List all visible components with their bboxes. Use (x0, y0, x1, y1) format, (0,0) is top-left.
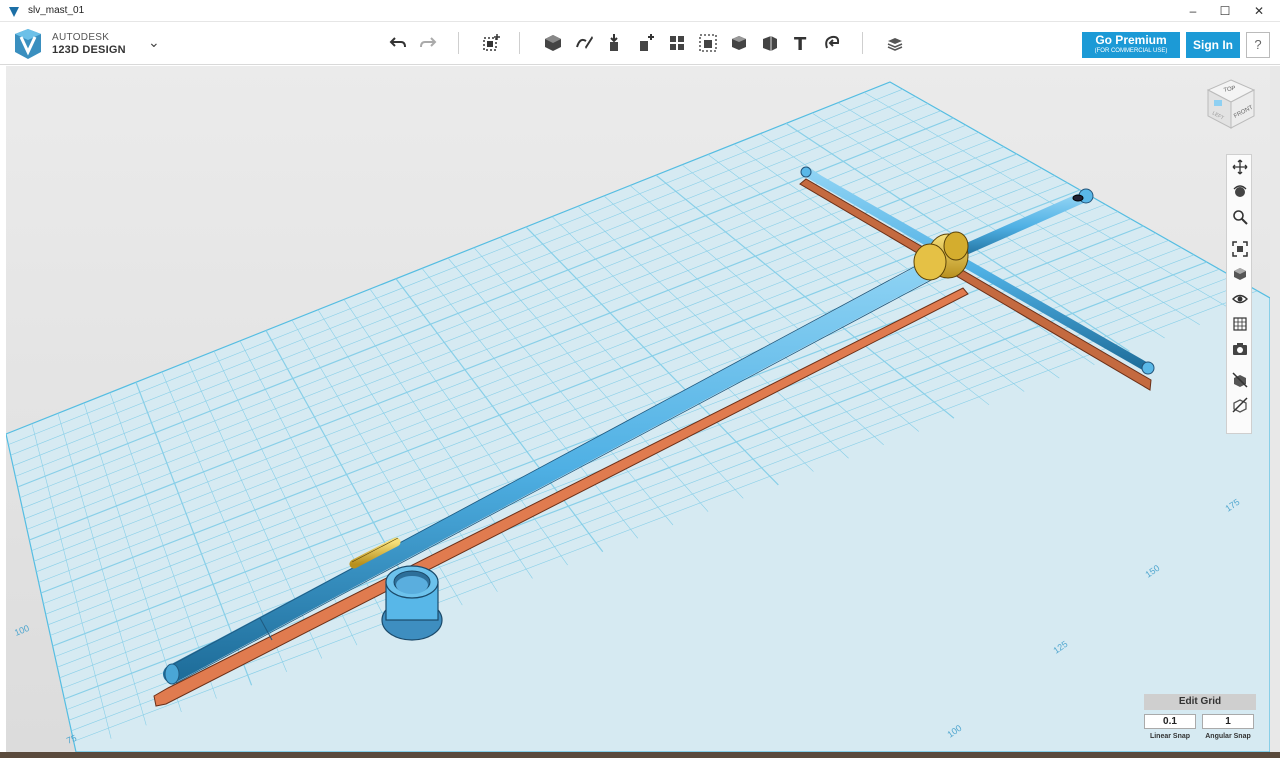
snap-icon[interactable] (818, 29, 846, 57)
primitives-icon[interactable] (539, 29, 567, 57)
mast-step-cup (381, 565, 443, 641)
desktop-strip (0, 752, 1280, 758)
pin-hole (1072, 194, 1084, 202)
brand-autodesk: AUTODESK (52, 32, 110, 43)
modify-icon[interactable] (632, 29, 660, 57)
cross-tube-end-cap (1141, 361, 1155, 375)
combine-icon[interactable] (725, 29, 753, 57)
cross-tube-end-cap (800, 166, 812, 178)
material-icon[interactable] (881, 29, 909, 57)
toolbar-divider (862, 32, 863, 54)
3d-viewport[interactable]: 75 100 100 125 150 175 TOP FRONT LEFT Ed… (6, 66, 1270, 752)
grouping-icon[interactable] (694, 29, 722, 57)
redo-icon[interactable] (414, 29, 442, 57)
app-logo-icon[interactable] (12, 28, 44, 65)
materials-icon[interactable] (1230, 314, 1250, 334)
edit-grid-button[interactable]: Edit Grid (1144, 694, 1256, 710)
ruler-label-100-left: 100 (13, 623, 31, 638)
pan-icon[interactable] (1230, 157, 1250, 177)
maximize-button[interactable]: ☐ (1208, 0, 1242, 22)
app-icon (8, 5, 20, 23)
go-premium-label: Go Premium (1095, 33, 1167, 47)
text-icon[interactable]: T (787, 29, 815, 57)
scene-canvas[interactable]: 75 100 100 125 150 175 (6, 66, 1270, 752)
sign-in-button[interactable]: Sign In (1186, 32, 1240, 58)
window-title: slv_mast_01 (28, 5, 85, 16)
edit-grid-panel: Edit Grid 0.1 1 Linear Snap Angular Snap (1144, 694, 1256, 750)
transform-icon[interactable] (477, 29, 505, 57)
visibility-icon[interactable] (1230, 289, 1250, 309)
background-window-edge (1270, 66, 1280, 758)
hide-icon[interactable] (1230, 370, 1250, 390)
pattern-icon[interactable] (663, 29, 691, 57)
sketch-icon[interactable] (570, 29, 598, 57)
linear-snap-field[interactable]: 0.1 (1144, 714, 1196, 729)
go-premium-button[interactable]: Go Premium (FOR COMMERCIAL USE) (1082, 32, 1180, 58)
help-button[interactable]: ? (1246, 32, 1270, 58)
angular-snap-field[interactable]: 1 (1202, 714, 1254, 729)
zoom-icon[interactable] (1230, 207, 1250, 227)
fit-icon[interactable] (1230, 239, 1250, 259)
app-toolbar: AUTODESK 123D DESIGN ⌄ T Go Premium (FOR… (0, 22, 1280, 65)
measure-icon[interactable] (756, 29, 784, 57)
minimize-button[interactable]: – (1176, 0, 1210, 22)
orbit-icon[interactable] (1230, 182, 1250, 202)
toolbar-divider (458, 32, 459, 54)
construct-icon[interactable] (601, 29, 629, 57)
text-tool-glyph: T (794, 34, 807, 53)
go-premium-sublabel: (FOR COMMERCIAL USE) (1094, 48, 1168, 54)
angular-snap-label: Angular Snap (1205, 733, 1251, 740)
brand-product: 123D DESIGN (52, 44, 126, 56)
undo-icon[interactable] (384, 29, 412, 57)
screenshot-icon[interactable] (1230, 339, 1250, 359)
close-button[interactable]: ✕ (1242, 0, 1276, 22)
main-tube-end-cap (164, 663, 180, 685)
toolbar-divider (519, 32, 520, 54)
view-icon[interactable] (1230, 264, 1250, 284)
app-window: slv_mast_01 – ☐ ✕ AUTODESK 123D DESIGN ⌄ (0, 0, 1280, 758)
show-icon[interactable] (1230, 395, 1250, 415)
navigation-bar (1226, 154, 1252, 434)
main-menu-chevron-icon[interactable]: ⌄ (148, 34, 160, 51)
linear-snap-label: Linear Snap (1149, 733, 1191, 740)
view-cube[interactable]: TOP FRONT LEFT (1202, 76, 1260, 139)
title-bar: slv_mast_01 – ☐ ✕ (0, 0, 1280, 22)
